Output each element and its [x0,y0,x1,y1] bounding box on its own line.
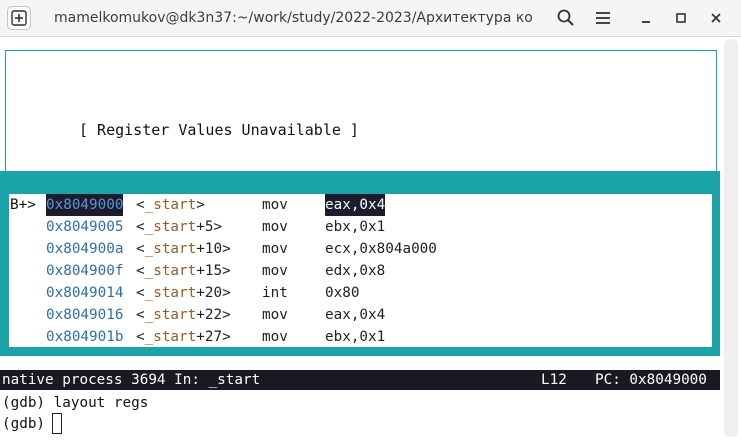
asm-row: 0x8049005 <_start+5> mov ebx,0x1 [9,216,712,238]
symbol-name: _start [144,285,197,301]
instruction-operands: edx,0x8 [325,263,386,279]
scrollbar[interactable] [724,39,738,437]
instruction-mnemonic: mov [262,241,288,257]
maximize-button[interactable] [671,8,691,28]
symbol-name: _start [144,263,197,279]
hamburger-menu-icon [596,12,610,24]
symbol-name: _start [144,307,197,323]
symbol-name: _start [144,329,197,345]
instruction-mnemonic: mov [262,263,288,279]
symbol-offset-value: +15 [196,263,223,279]
console-prompt[interactable]: (gdb) [2,414,54,434]
instruction-mnemonic: mov [262,329,288,345]
instruction-address: 0x804901b [46,329,124,345]
asm-row: 0x8049016 <_start+22> mov eax,0x4 [9,304,712,326]
close-button[interactable] [706,8,726,28]
status-process: native process 3694 In: _start [2,372,261,388]
text-cursor [52,413,62,434]
asm-row: 0x804901b <_start+27> mov ebx,0x1 [9,326,712,348]
minimize-button[interactable] [636,8,656,28]
breakpoint-marker: B+> [10,197,36,213]
maximize-icon [676,13,686,23]
register-window: [ Register Values Unavailable ] [5,50,717,172]
disassembly-window-frame: B+> 0x8049000 <_start> mov eax,0x4 0x8049005 <… [0,171,720,356]
instruction-address: 0x8049014 [46,285,124,301]
instruction-operands: ebx,0x1 [325,219,386,235]
symbol-offset: <_start+27> [136,329,231,345]
symbol-offset: <_start+15> [136,263,231,279]
disassembly-window[interactable]: B+> 0x8049000 <_start> mov eax,0x4 0x8049005 <… [9,194,712,347]
symbol-name: _start [144,219,197,235]
symbol-offset-value: +10 [196,241,223,257]
instruction-mnemonic: int [262,285,288,301]
instruction-mnemonic: mov [262,307,288,323]
status-pc: PC: 0x8049000 [595,372,707,388]
asm-row: 0x804900a <_start+10> mov ecx,0x804a000 [9,238,712,260]
instruction-operands: 0x80 [325,285,360,301]
symbol-offset: <_start+22> [136,307,231,323]
symbol-offset: <_start+5> [136,219,223,235]
symbol-name: _start [144,241,197,257]
register-unavailable-message: [ Register Values Unavailable ] [79,121,359,139]
new-tab-icon [11,10,27,26]
new-tab-button[interactable] [7,6,31,30]
instruction-operands: ebx,0x1 [325,329,386,345]
symbol-offset: <_start+20> [136,285,231,301]
asm-row: 0x804900f <_start+15> mov edx,0x8 [9,260,712,282]
symbol-offset-value: +5 [196,219,214,235]
symbol-name: _start [144,197,197,213]
instruction-address: 0x804900f [46,263,124,279]
instruction-operands: ecx,0x804a000 [325,241,437,257]
menu-button[interactable] [593,8,613,28]
asm-row: B+> 0x8049000 <_start> mov eax,0x4 [9,194,712,216]
close-icon [711,13,721,23]
symbol-offset: <_start> [136,197,205,213]
instruction-address: 0x8049005 [46,219,124,235]
status-line: native process 3694 In: _start L12 PC: 0… [0,370,720,390]
title-bar: mamelkomukov@dk3n37:~/work/study/2022-20… [0,0,741,37]
console-history-line: (gdb) layout regs [2,395,149,411]
symbol-offset: <_start+10> [136,241,231,257]
instruction-mnemonic: mov [262,219,288,235]
instruction-address: 0x8049000 [46,194,124,216]
minimize-icon [642,21,650,23]
asm-row: 0x8049014 <_start+20> int 0x80 [9,282,712,304]
search-button[interactable] [556,8,576,28]
terminal-area[interactable]: [ Register Values Unavailable ] B+> 0x804… [0,37,741,440]
instruction-address: 0x8049016 [46,307,124,323]
instruction-address: 0x804900a [46,241,124,257]
status-line-number: L12 [541,372,567,388]
window-title: mamelkomukov@dk3n37:~/work/study/2022-20… [54,10,532,26]
symbol-offset-value: +20 [196,285,223,301]
instruction-operands: eax,0x4 [325,307,386,323]
symbol-offset-value: +22 [196,307,223,323]
search-icon [557,9,574,26]
instruction-mnemonic: mov [262,197,288,213]
symbol-offset-value: +27 [196,329,223,345]
instruction-operands: eax,0x4 [325,194,386,216]
